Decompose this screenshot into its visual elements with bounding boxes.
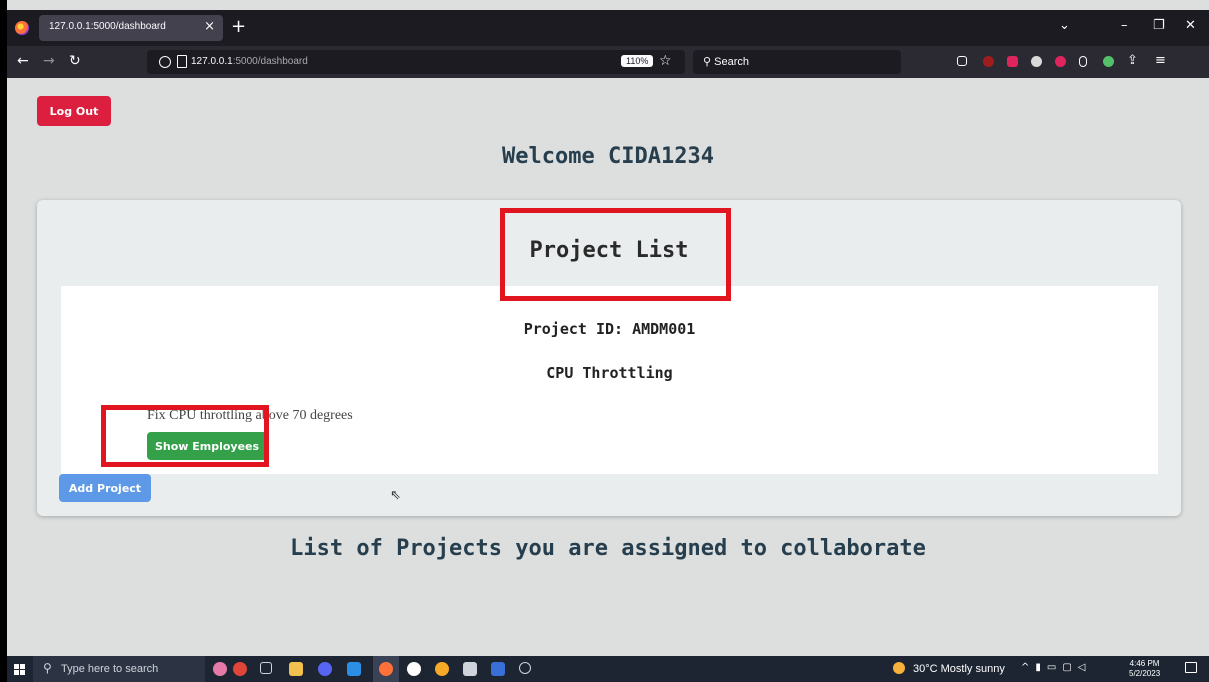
discord-icon[interactable]	[318, 662, 332, 676]
page-info-icon[interactable]	[177, 55, 187, 68]
clock-time: 4:46 PM	[1129, 659, 1160, 668]
project-id: Project ID: AMDM001	[523, 320, 696, 338]
powershell-icon[interactable]	[491, 662, 505, 676]
menu-icon[interactable]: ≡	[1155, 53, 1166, 68]
collaboration-heading: List of Projects you are assigned to col…	[290, 536, 926, 561]
chrome-icon[interactable]	[519, 662, 531, 674]
flower-widget-icon-2[interactable]	[233, 662, 247, 676]
extension-icon-4[interactable]	[1055, 56, 1066, 67]
clock-date: 5/2/2023	[1129, 669, 1161, 678]
pocket-icon[interactable]	[957, 56, 967, 66]
taskbar-search[interactable]: ⚲ Type here to search	[33, 656, 205, 682]
extension-icon-5[interactable]	[1103, 56, 1114, 67]
mouse-cursor-icon: ⇖	[390, 488, 401, 503]
extension-icon-1[interactable]	[983, 56, 994, 67]
weather-text[interactable]: 30°C Mostly sunny	[913, 663, 1005, 675]
url-path: :5000/dashboard	[232, 56, 308, 67]
new-tab-button[interactable]: +	[231, 16, 246, 37]
forward-icon[interactable]: →	[43, 53, 55, 69]
tab-close-icon[interactable]: ×	[204, 19, 215, 34]
search-icon: ⚲ Search	[703, 56, 749, 68]
taskbar-clock[interactable]: 4:46 PM 5/2/2023	[1129, 659, 1160, 679]
add-project-button[interactable]: Add Project	[59, 474, 151, 502]
extension-icon-2[interactable]	[1007, 56, 1018, 67]
notification-icon[interactable]	[1185, 662, 1197, 673]
reload-icon[interactable]: ↻	[69, 53, 81, 69]
dashboard-page: Log Out Welcome CIDA1234 Project List Pr…	[7, 78, 1209, 656]
project-name: CPU Throttling	[546, 364, 673, 382]
url-bar[interactable]: 127.0.0.1:5000/dashboard 110% ☆	[147, 50, 685, 74]
flower-widget-icon[interactable]	[213, 662, 227, 676]
url-text: 127.0.0.1:5000/dashboard	[191, 56, 308, 67]
highlight-box-project-list	[500, 208, 731, 301]
back-icon[interactable]: ←	[17, 53, 29, 69]
mouse-extension-icon[interactable]	[1079, 56, 1087, 67]
system-tray-icons[interactable]: ^▮▭▢◁	[1021, 662, 1091, 673]
browser-tab-bar: 127.0.0.1:5000/dashboard × + ⌄ – ❐ ✕	[7, 10, 1209, 46]
browser-search-box[interactable]: ⚲ Search	[693, 50, 901, 74]
tracking-protection-icon[interactable]	[159, 56, 171, 68]
search-placeholder: Search	[714, 56, 749, 68]
taskbar-search-placeholder: Type here to search	[61, 663, 159, 675]
highlight-box-show-employees	[101, 405, 269, 467]
app-icon-circle[interactable]	[407, 662, 421, 676]
tab-list-icon[interactable]: ⌄	[1059, 18, 1070, 33]
weather-icon	[893, 662, 905, 674]
browser-tab-dashboard[interactable]: 127.0.0.1:5000/dashboard ×	[39, 15, 223, 41]
firefox-icon	[15, 21, 29, 35]
logout-button[interactable]: Log Out	[37, 96, 111, 126]
vscode-icon[interactable]	[347, 662, 361, 676]
zoom-indicator[interactable]: 110%	[621, 55, 654, 67]
windows-taskbar: ⚲ Type here to search 30°C Mostly sunny …	[7, 656, 1209, 682]
tab-title: 127.0.0.1:5000/dashboard	[49, 21, 166, 32]
url-host: 127.0.0.1	[191, 56, 233, 67]
browser-toolbar: ← → ↻ 127.0.0.1:5000/dashboard 110% ☆ ⚲ …	[7, 46, 1209, 78]
bookmark-star-icon[interactable]: ☆	[659, 53, 672, 69]
firefox-taskbar-icon[interactable]	[379, 662, 393, 676]
restore-button[interactable]: ❐	[1153, 18, 1165, 33]
file-explorer-icon[interactable]	[289, 662, 303, 676]
share-icon[interactable]: ⇪	[1127, 53, 1138, 68]
extension-icon-3[interactable]	[1031, 56, 1042, 67]
app-icon-window[interactable]	[463, 662, 477, 676]
app-icon-orange[interactable]	[435, 662, 449, 676]
taskbar-search-icon: ⚲	[43, 661, 52, 675]
close-window-button[interactable]: ✕	[1185, 18, 1196, 33]
minimize-button[interactable]: –	[1121, 18, 1128, 33]
task-view-icon[interactable]	[260, 662, 272, 674]
windows-start-icon[interactable]	[14, 664, 25, 675]
welcome-heading: Welcome CIDA1234	[502, 144, 714, 169]
screen: 127.0.0.1:5000/dashboard × + ⌄ – ❐ ✕ ← →…	[7, 0, 1209, 682]
